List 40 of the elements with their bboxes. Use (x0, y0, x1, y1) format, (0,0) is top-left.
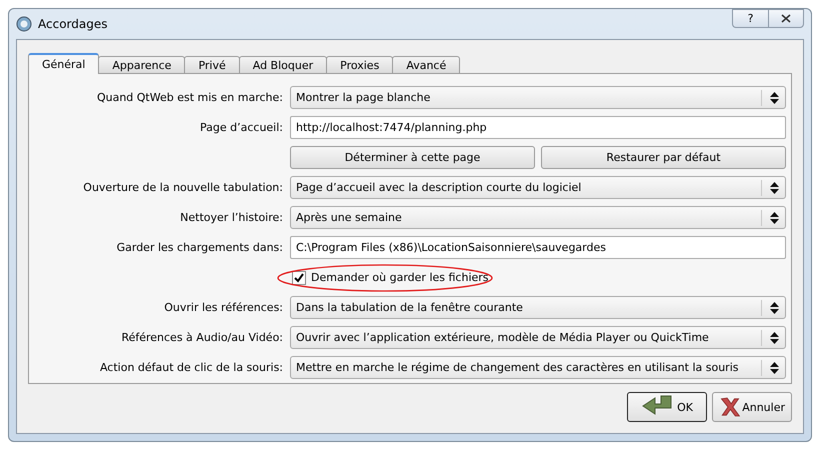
tab[interactable]: Privé (184, 56, 240, 73)
tab[interactable]: Apparence (98, 56, 186, 73)
push-button[interactable]: Déterminer à cette page (290, 146, 535, 169)
app-logo-icon (16, 16, 32, 32)
window-title: Accordages (38, 17, 108, 31)
tab[interactable]: Avancé (392, 56, 460, 73)
field-label: Références à Audio/au Vidéo: (120, 331, 283, 344)
dropdown[interactable]: Montrer la page blanche (290, 86, 786, 109)
checkbox-label: Demander où garder les fichiers (311, 271, 489, 284)
tab[interactable]: Ad Bloquer (238, 56, 328, 73)
field-label: Nettoyer l’histoire: (179, 211, 283, 224)
field-label: Ouvrir les références: (163, 301, 283, 314)
help-button[interactable]: ? (732, 9, 768, 28)
checkmark-icon (294, 272, 304, 282)
close-icon (781, 14, 791, 23)
close-button[interactable] (768, 9, 804, 28)
spinner-arrows-icon (770, 212, 779, 224)
field-label: Action défaut de clic de la souris: (98, 361, 283, 374)
cancel-button[interactable]: Annuler (712, 392, 792, 422)
checkbox[interactable] (292, 270, 306, 284)
dropdown[interactable]: Mettre en marche le régime de changement des caractères en utilisant la souris (290, 356, 786, 379)
spinner-arrows-icon (770, 92, 779, 104)
ok-button[interactable]: OK (627, 392, 707, 422)
spinner-arrows-icon (770, 332, 779, 344)
dropdown[interactable]: Dans la tabulation de la fenêtre courante (290, 296, 786, 319)
dropdown[interactable]: Ouvrir avec l’application extérieure, modèle de Média Player ou QuickTime (290, 326, 786, 349)
tab[interactable]: Général (28, 53, 100, 74)
dropdown[interactable]: Après une semaine (290, 206, 786, 229)
field-label: Quand QtWeb est mis en marche: (96, 91, 283, 104)
spinner-arrows-icon (770, 182, 779, 194)
field-label: Page d’accueil: (199, 121, 283, 134)
field-label: Ouverture de la nouvelle tabulation: (82, 181, 283, 194)
spinner-arrows-icon (770, 362, 779, 374)
input-field[interactable]: http://localhost:7474/planning.php (290, 116, 786, 139)
tab[interactable]: Proxies (326, 56, 394, 73)
input-field[interactable]: C:\Program Files (x86)\LocationSaisonniere\sauvegardes (290, 236, 786, 259)
push-button[interactable]: Restaurer par défaut (541, 146, 786, 169)
dropdown[interactable]: Page d’accueil avec la description courte du logiciel (290, 176, 786, 199)
spinner-arrows-icon (770, 302, 779, 314)
field-label: Garder les chargements dans: (116, 241, 283, 254)
